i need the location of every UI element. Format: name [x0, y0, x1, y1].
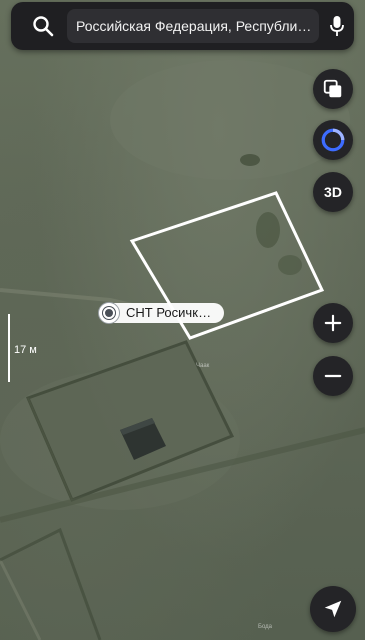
my-location-button[interactable]	[310, 586, 356, 632]
place-pin-icon	[98, 302, 120, 324]
alice-ring-icon	[321, 128, 345, 152]
minus-icon	[324, 374, 342, 378]
zoom-in-button[interactable]	[313, 303, 353, 343]
place-name: СНТ Росичка ...	[114, 303, 224, 323]
place-marker[interactable]: СНТ Росичка ...	[98, 301, 224, 325]
map-watermark: Чаак	[196, 363, 210, 369]
scale-bar	[8, 314, 10, 382]
zoom-out-button[interactable]	[313, 356, 353, 396]
3d-button[interactable]: 3D	[313, 172, 353, 212]
search-bar[interactable]: Российская Федерация, Республика Хакасия	[11, 2, 354, 50]
search-query-text: Российская Федерация, Республика Хакасия	[76, 18, 316, 34]
microphone-icon[interactable]	[329, 14, 345, 38]
layers-button[interactable]	[313, 69, 353, 109]
plus-icon	[324, 314, 342, 332]
voice-assistant-button[interactable]	[313, 120, 353, 160]
layers-icon	[323, 79, 342, 98]
map-view[interactable]: Российская Федерация, Республика Хакасия…	[0, 0, 365, 640]
3d-label: 3D	[324, 184, 342, 200]
navigation-arrow-icon	[324, 600, 342, 618]
map-watermark: Бода	[258, 624, 272, 630]
search-input[interactable]: Российская Федерация, Республика Хакасия	[67, 9, 319, 43]
search-icon[interactable]	[31, 14, 55, 38]
scale-label: 17 м	[14, 344, 37, 356]
